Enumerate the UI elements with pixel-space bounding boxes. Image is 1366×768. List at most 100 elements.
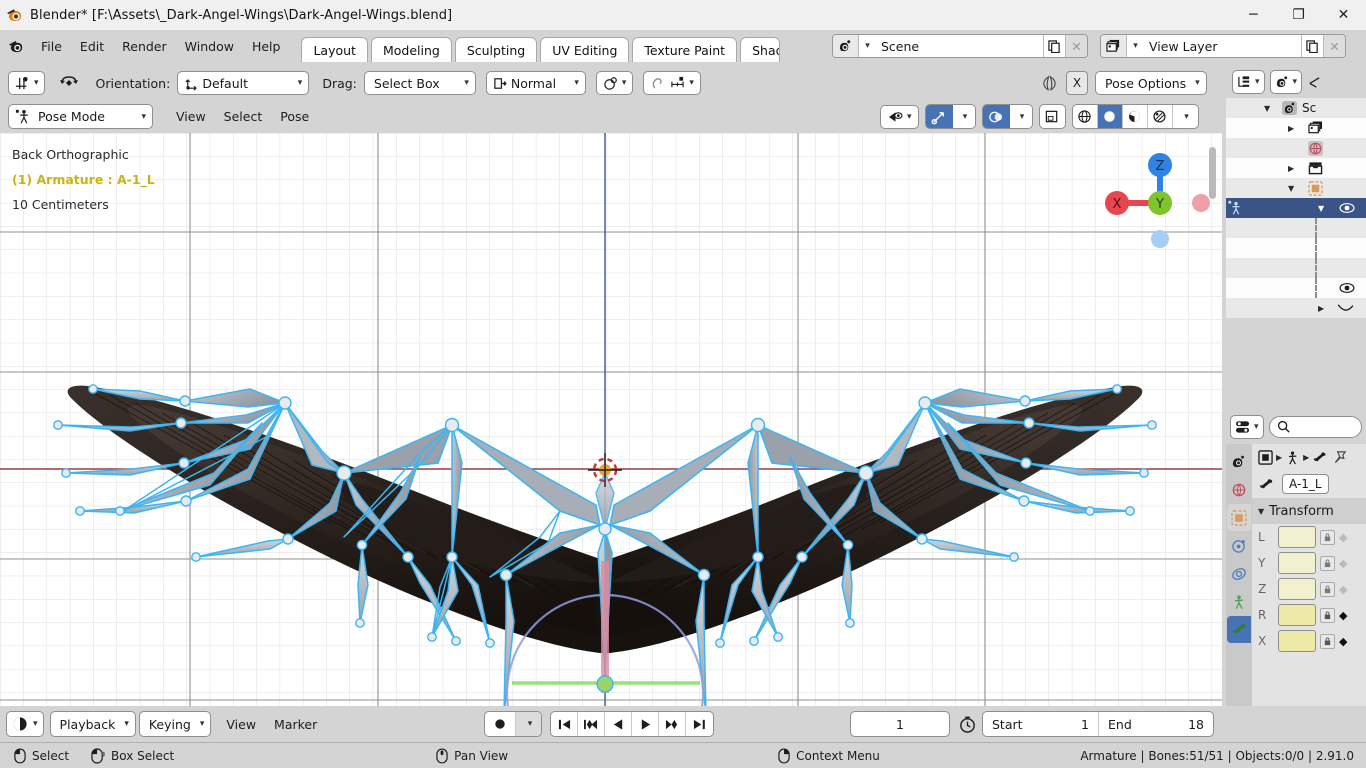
navigation-gizmo[interactable]: Z Y X bbox=[1085, 143, 1215, 253]
gizmo-dropdown[interactable]: ▾ bbox=[952, 105, 975, 128]
maximize-button[interactable]: ❐ bbox=[1276, 0, 1321, 30]
playback-dropdown[interactable]: Playback ▾ bbox=[49, 711, 136, 737]
tab-layout[interactable]: Layout bbox=[301, 37, 368, 62]
shading-solid[interactable] bbox=[1097, 105, 1123, 128]
tab-texture-paint[interactable]: Texture Paint bbox=[632, 37, 738, 62]
orientation-dropdown[interactable]: Default ▾ bbox=[177, 71, 310, 95]
transform-panel-header[interactable]: ▼ Transform bbox=[1252, 498, 1366, 524]
outliner-row-bone-5[interactable]: ▶ bbox=[1226, 298, 1366, 318]
shading-wireframe[interactable] bbox=[1073, 105, 1098, 128]
snap-target-dropdown[interactable]: Normal ▾ bbox=[485, 71, 586, 95]
outliner-row-scene[interactable]: ▼ Sc bbox=[1226, 98, 1366, 118]
mirror-x-icon[interactable] bbox=[1040, 75, 1059, 92]
transform-value-z[interactable] bbox=[1278, 578, 1316, 600]
transform-value-y[interactable] bbox=[1278, 552, 1316, 574]
outliner-display-mode[interactable]: ▾ bbox=[1269, 70, 1303, 94]
outliner-row-bone-2[interactable] bbox=[1226, 238, 1366, 258]
outliner-row-armature-object[interactable]: ▼ bbox=[1226, 178, 1366, 198]
outliner-row-bone-4[interactable] bbox=[1226, 278, 1366, 298]
timeline-editor-type[interactable]: ▾ bbox=[6, 711, 44, 737]
outliner-editor-type[interactable]: ▾ bbox=[1232, 70, 1265, 94]
outliner-row-armature-data[interactable]: ▼ bbox=[1226, 198, 1366, 218]
start-frame-field[interactable]: Start 1 bbox=[983, 712, 1098, 736]
visibility-eye-icon[interactable] bbox=[1339, 282, 1355, 294]
tab-bone-properties[interactable] bbox=[1227, 616, 1251, 643]
xray-toggle[interactable] bbox=[1038, 104, 1066, 129]
end-frame-field[interactable]: End 18 bbox=[1098, 712, 1213, 736]
keyframe-icon[interactable]: ◆ bbox=[1339, 635, 1347, 648]
lock-icon[interactable] bbox=[1320, 555, 1335, 571]
overlays-dropdown[interactable]: ▾ bbox=[1009, 105, 1032, 128]
viewlayer-name[interactable]: View Layer bbox=[1141, 39, 1301, 54]
play-button[interactable] bbox=[632, 712, 659, 736]
keying-dropdown[interactable]: Keying ▾ bbox=[138, 711, 212, 737]
menu-help[interactable]: Help bbox=[243, 36, 290, 57]
lock-icon[interactable] bbox=[1320, 633, 1335, 649]
keyframe-icon[interactable]: ◆ bbox=[1339, 557, 1347, 570]
properties-editor[interactable]: ▾ ▶ ▶ A-1_L ▼ Transform L ◆ Y ◆ Z ◆ R ◆ … bbox=[1226, 410, 1366, 706]
gizmo-toggle[interactable] bbox=[925, 105, 953, 128]
proportional-editing-dropdown[interactable]: ▾ bbox=[595, 71, 634, 95]
play-reverse-button[interactable] bbox=[605, 712, 632, 736]
new-scene-icon[interactable] bbox=[1043, 35, 1065, 57]
scene-name[interactable]: Scene bbox=[873, 39, 1043, 54]
tab-constraint-properties[interactable] bbox=[1227, 560, 1251, 587]
outliner-filter-icon[interactable] bbox=[1307, 75, 1322, 90]
overlays-toggle[interactable] bbox=[982, 105, 1010, 128]
next-keyframe-button[interactable] bbox=[659, 712, 686, 736]
transform-gizmo-icon[interactable] bbox=[55, 74, 83, 92]
auto-ik-dropdown[interactable]: ▾ bbox=[643, 71, 701, 95]
tab-world-properties[interactable] bbox=[1227, 476, 1251, 503]
minimize-button[interactable]: ─ bbox=[1231, 0, 1276, 30]
timeline-menu-view[interactable]: View bbox=[217, 714, 265, 735]
3d-viewport[interactable]: Back Orthographic (1) Armature : A-1_L 1… bbox=[0, 133, 1222, 706]
properties-editor-type[interactable]: ▾ bbox=[1230, 415, 1264, 439]
tab-scene-properties[interactable] bbox=[1227, 448, 1251, 475]
viewlayer-idblock[interactable]: ▾ View Layer ✕ bbox=[1100, 34, 1346, 58]
shading-material-preview[interactable] bbox=[1123, 105, 1148, 128]
mode-selector[interactable]: Pose Mode ▾ bbox=[8, 104, 153, 129]
properties-search-input[interactable] bbox=[1268, 416, 1362, 438]
lock-icon[interactable] bbox=[1320, 607, 1335, 623]
shading-dropdown[interactable]: ▾ bbox=[1173, 105, 1198, 128]
chevron-down-icon[interactable]: ▼ bbox=[1264, 104, 1270, 113]
bone-name-field[interactable]: A-1_L bbox=[1282, 474, 1329, 494]
keyframe-icon[interactable]: ◆ bbox=[1339, 531, 1347, 544]
viewport-menu-select[interactable]: Select bbox=[215, 106, 272, 127]
menu-file[interactable]: File bbox=[32, 36, 71, 57]
menu-edit[interactable]: Edit bbox=[71, 36, 113, 57]
active-tool-button[interactable]: ▾ bbox=[8, 71, 45, 95]
scene-dropdown-caret[interactable]: ▾ bbox=[859, 35, 873, 57]
visibility-dropdown[interactable]: ▾ bbox=[880, 104, 919, 129]
tab-sculpting[interactable]: Sculpting bbox=[454, 37, 538, 62]
lock-icon[interactable] bbox=[1320, 529, 1335, 545]
tab-shading[interactable]: Shading bbox=[740, 37, 781, 62]
tab-armature-properties[interactable] bbox=[1227, 588, 1251, 615]
outliner-row-collection[interactable]: ▶ bbox=[1226, 158, 1366, 178]
auto-keying-toggle[interactable] bbox=[485, 712, 515, 736]
lock-icon[interactable] bbox=[1320, 581, 1335, 597]
outliner-editor[interactable]: ▾ ▾ ▼ Sc ▶ ▶ ▼ ▼ ▶ bbox=[1226, 66, 1366, 406]
shading-rendered[interactable] bbox=[1148, 105, 1173, 128]
unlink-scene-icon[interactable]: ✕ bbox=[1065, 35, 1087, 57]
menu-window[interactable]: Window bbox=[176, 36, 243, 57]
menu-render[interactable]: Render bbox=[113, 36, 176, 57]
outliner-row-bone-3[interactable] bbox=[1226, 258, 1366, 278]
viewlayer-dropdown-caret[interactable]: ▾ bbox=[1127, 35, 1141, 57]
remove-viewlayer-icon[interactable]: ✕ bbox=[1323, 35, 1345, 57]
transform-value-x[interactable] bbox=[1278, 630, 1316, 652]
new-viewlayer-icon[interactable] bbox=[1301, 35, 1323, 57]
tab-modeling[interactable]: Modeling bbox=[370, 37, 452, 62]
outliner-row-bone-1[interactable] bbox=[1226, 218, 1366, 238]
transform-value-r[interactable] bbox=[1278, 604, 1316, 626]
tab-uv-editing[interactable]: UV Editing bbox=[540, 37, 630, 62]
jump-to-start-button[interactable] bbox=[551, 712, 578, 736]
transform-value-l[interactable] bbox=[1278, 526, 1316, 548]
tab-object-properties[interactable] bbox=[1227, 504, 1251, 531]
drag-dropdown[interactable]: Select Box ▾ bbox=[363, 71, 476, 95]
auto-keying-dropdown[interactable]: ▾ bbox=[515, 712, 541, 736]
tab-physics-properties[interactable] bbox=[1227, 532, 1251, 559]
mirror-x-toggle[interactable]: X bbox=[1066, 71, 1088, 95]
keyframe-icon[interactable]: ◆ bbox=[1339, 609, 1347, 622]
previous-keyframe-button[interactable] bbox=[578, 712, 605, 736]
